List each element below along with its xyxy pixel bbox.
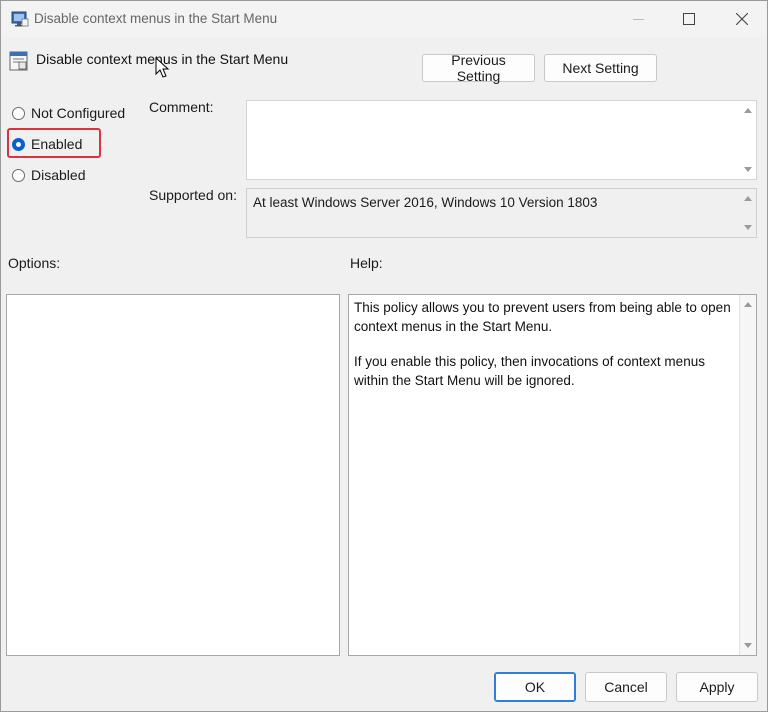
policy-app-icon [11, 11, 29, 27]
mouse-cursor-icon [155, 57, 170, 78]
options-panel [6, 294, 340, 656]
not-configured-label: Not Configured [31, 105, 126, 121]
supported-on-label: Supported on: [149, 187, 237, 203]
supported-on-field: At least Windows Server 2016, Windows 10… [246, 188, 757, 238]
disabled-radio[interactable] [12, 168, 25, 182]
enabled-highlight [7, 128, 101, 158]
help-paragraph: If you enable this policy, then invocati… [354, 354, 705, 388]
options-label: Options: [8, 255, 61, 271]
policy-dialog: Disable context menus in the Start Menu … [0, 0, 768, 712]
cancel-button[interactable]: Cancel [585, 672, 667, 702]
disabled-label: Disabled [31, 167, 86, 183]
minimize-icon [632, 18, 644, 20]
not-configured-radio[interactable] [12, 106, 25, 120]
comment-label: Comment: [149, 99, 214, 115]
minimize-button[interactable] [615, 1, 661, 37]
scroll-down-icon[interactable] [744, 643, 752, 648]
supported-on-value: At least Windows Server 2016, Windows 10… [253, 195, 598, 210]
maximize-icon [683, 13, 695, 25]
policy-setting-icon [9, 51, 28, 71]
supported-scrollbar[interactable] [740, 189, 756, 237]
scroll-down-icon[interactable] [744, 225, 752, 230]
previous-setting-button[interactable]: Previous Setting [422, 52, 535, 84]
help-label: Help: [350, 255, 383, 271]
help-paragraph: This policy allows you to prevent users … [354, 300, 731, 334]
scroll-down-icon[interactable] [744, 167, 752, 172]
help-text: This policy allows you to prevent users … [354, 298, 734, 406]
close-icon [736, 13, 748, 25]
not-configured-option[interactable]: Not Configured [12, 105, 125, 121]
help-scrollbar[interactable] [739, 295, 756, 655]
disabled-option[interactable]: Disabled [12, 167, 85, 183]
window-title: Disable context menus in the Start Menu [34, 11, 278, 26]
close-button[interactable] [719, 1, 765, 37]
maximize-button[interactable] [666, 1, 712, 37]
title-bar[interactable]: Disable context menus in the Start Menu [1, 1, 767, 37]
comment-textarea[interactable] [246, 100, 757, 180]
ok-button[interactable]: OK [494, 672, 576, 702]
comment-scrollbar[interactable] [740, 101, 756, 179]
next-setting-button[interactable]: Next Setting [544, 54, 657, 82]
scroll-up-icon[interactable] [744, 196, 752, 201]
scroll-up-icon[interactable] [744, 302, 752, 307]
scroll-up-icon[interactable] [744, 108, 752, 113]
help-panel: This policy allows you to prevent users … [348, 294, 757, 656]
apply-button[interactable]: Apply [676, 672, 758, 702]
